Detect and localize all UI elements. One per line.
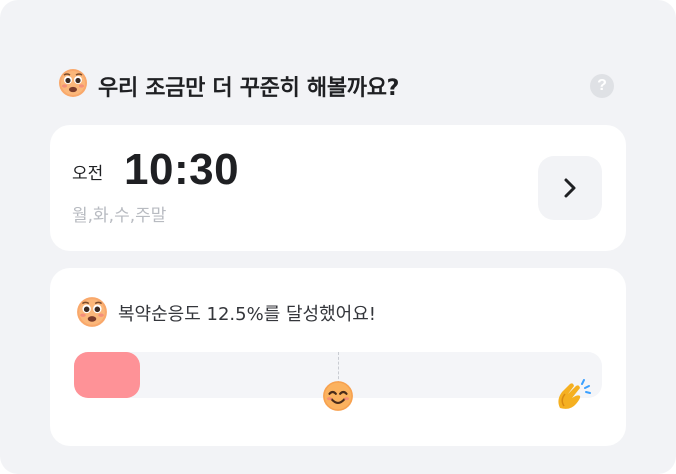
adherence-progress-track [74,352,602,411]
chevron-right-icon [564,178,576,198]
smiling-face-icon [322,380,354,412]
alarm-card[interactable]: 오전 10:30 월,화,수,주말 [50,125,626,251]
alarm-time: 10:30 [124,145,240,194]
clapping-hands-icon [554,378,592,414]
anxious-face-icon [76,296,108,328]
adherence-message: 복약순응도 12.5%를 달성했어요! [118,304,376,325]
alarm-detail-button[interactable] [538,156,602,220]
alarm-repeat-days: 월,화,수,주말 [72,206,167,226]
page-title: 우리 조금만 더 꾸준히 해볼까요? [98,76,400,101]
help-icon[interactable]: ? [590,74,614,98]
adherence-progress-fill [74,352,140,398]
medication-panel: 우리 조금만 더 꾸준히 해볼까요? ? 오전 10:30 월,화,수,주말 복… [0,0,676,474]
alarm-ampm: 오전 [72,164,104,184]
adherence-card: 복약순응도 12.5%를 달성했어요! [50,268,626,446]
anxious-face-icon [58,68,88,98]
panel-header: 우리 조금만 더 꾸준히 해볼까요? ? [58,64,618,104]
